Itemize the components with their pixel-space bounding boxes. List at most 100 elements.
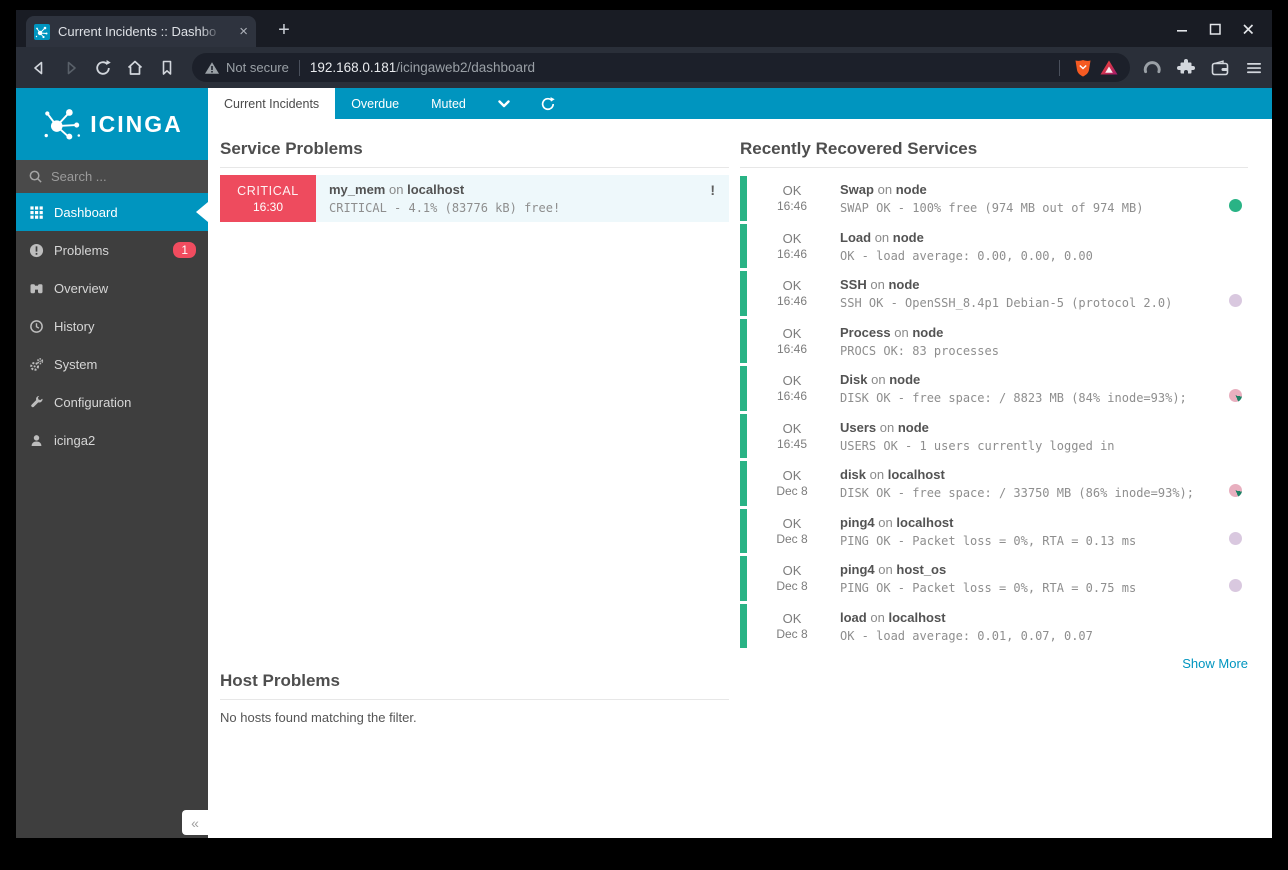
recovered-service-row[interactable]: OK 16:45 Users on node USERS OK - 1 user…: [740, 413, 1248, 461]
recovered-service-row[interactable]: OK Dec 8 ping4 on host_os PING OK - Pack…: [740, 555, 1248, 603]
sidebar-item-configuration[interactable]: Configuration: [16, 383, 208, 421]
browser-menu-button[interactable]: [1240, 54, 1268, 82]
warning-triangle-icon: [205, 61, 219, 74]
service-name: SSH: [840, 277, 867, 292]
window-minimize-button[interactable]: [1165, 15, 1198, 43]
sidebar-item-dashboard[interactable]: Dashboard: [16, 193, 208, 231]
search-input[interactable]: [51, 169, 181, 184]
state-time: Dec 8: [776, 484, 808, 498]
new-tab-button[interactable]: +: [270, 17, 298, 43]
state-label: OK: [782, 278, 802, 293]
vpn-button[interactable]: [1138, 54, 1166, 82]
recovered-service-row[interactable]: OK Dec 8 load on localhost OK - load ave…: [740, 603, 1248, 651]
host-name: node: [912, 324, 944, 340]
on-label: on: [871, 372, 886, 387]
tab-muted[interactable]: Muted: [415, 88, 482, 119]
state-label: OK: [782, 515, 802, 531]
bookmark-icon: [162, 60, 172, 75]
url-host: 192.168.0.181: [309, 60, 397, 75]
home-button[interactable]: [120, 53, 150, 83]
window-maximize-button[interactable]: [1198, 15, 1231, 43]
recovered-service-row[interactable]: OK 16:46 Disk on node DISK OK - free spa…: [740, 365, 1248, 413]
wrench-icon: [28, 394, 44, 410]
sidebar-item-label: icinga2: [54, 432, 96, 448]
icinga-logo[interactable]: ICINGA: [16, 88, 208, 160]
service-name: Load: [840, 229, 872, 245]
service-name: Users: [840, 419, 877, 435]
forward-button[interactable]: [56, 53, 86, 83]
ok-state-bar: [740, 271, 747, 316]
window-close-button[interactable]: [1231, 15, 1264, 43]
urlbar-divider: [298, 59, 300, 76]
sidebar-item-overview[interactable]: Overview: [16, 269, 208, 307]
extensions-button[interactable]: [1172, 54, 1200, 82]
service-name: ping4: [840, 562, 875, 577]
refresh-button[interactable]: [526, 88, 570, 119]
brave-shields-button[interactable]: [1070, 55, 1096, 81]
host-name: node: [888, 277, 920, 292]
recovered-service-row[interactable]: OK Dec 8 disk on localhost DISK OK - fre…: [740, 460, 1248, 508]
binoculars-icon: [28, 280, 44, 296]
on-label: on: [870, 609, 885, 625]
browser-tab[interactable]: Current Incidents :: Dashbo ×: [26, 16, 256, 47]
service-name: Disk: [840, 372, 868, 387]
state-time: 16:46: [776, 294, 808, 308]
back-button[interactable]: [24, 53, 54, 83]
check-output: OK - load average: 0.01, 0.07, 0.07: [840, 628, 1093, 643]
extensions-zone: [1138, 54, 1268, 82]
bookmark-button[interactable]: [152, 53, 182, 83]
address-bar[interactable]: Not secure 192.168.0.181/icingaweb2/dash…: [192, 53, 1130, 82]
sidebar-item-system[interactable]: System: [16, 345, 208, 383]
state-time: 16:46: [776, 389, 808, 403]
show-more-link[interactable]: Show More: [740, 656, 1248, 671]
on-label: on: [389, 182, 404, 197]
tab-current-incidents[interactable]: Current Incidents: [208, 88, 336, 119]
tab-close-button[interactable]: ×: [239, 24, 248, 39]
state-label: CRITICAL: [237, 183, 299, 198]
url-text[interactable]: 192.168.0.181/icingaweb2/dashboard: [310, 60, 1049, 75]
sidebar-item-history[interactable]: History: [16, 307, 208, 345]
sidebar-item-problems[interactable]: Problems 1: [16, 231, 208, 269]
sidebar-item-label: Overview: [54, 280, 109, 296]
icingaweb-page: ICINGA Da: [16, 88, 1272, 838]
forward-icon: [67, 61, 76, 74]
state-time: 16:46: [776, 199, 808, 213]
wallet-button[interactable]: [1206, 54, 1234, 82]
brave-rewards-button[interactable]: [1096, 55, 1122, 81]
section-title-recovered: Recently Recovered Services: [740, 139, 1248, 168]
sidebar-collapse-button[interactable]: «: [182, 810, 208, 835]
host-name: node: [895, 182, 927, 197]
reload-button[interactable]: [88, 53, 118, 83]
recovered-service-row[interactable]: OK 16:46 SSH on node SSH OK - OpenSSH_8.…: [740, 270, 1248, 318]
gears-icon: [28, 356, 44, 372]
sidebar-menu: Dashboard Problems 1 Overview History Sy…: [16, 193, 208, 459]
vpn-arc-icon: [1143, 60, 1161, 73]
perfdata-pie-icon: [1229, 389, 1242, 402]
on-label: on: [879, 419, 895, 435]
recovered-service-row[interactable]: OK 16:46 Process on node PROCS OK: 83 pr…: [740, 318, 1248, 366]
wallet-icon: [1211, 59, 1229, 75]
exclamation-circle-icon: [28, 242, 44, 258]
recovered-service-row[interactable]: OK Dec 8 ping4 on localhost PING OK - Pa…: [740, 508, 1248, 556]
ok-state-bar: [740, 318, 747, 363]
check-output: CRITICAL - 4.1% (83776 kB) free!: [329, 201, 561, 215]
sidebar-item-label: Dashboard: [54, 204, 118, 220]
host-name: node: [889, 372, 921, 387]
dashlet-dropdown-button[interactable]: [482, 88, 526, 119]
sidebar-item-icinga2-user[interactable]: icinga2: [16, 421, 208, 459]
check-output: PROCS OK: 83 processes: [840, 343, 999, 358]
service-name: my_mem: [329, 182, 386, 197]
recovered-service-row[interactable]: OK 16:46 Swap on node SWAP OK - 100% fre…: [740, 175, 1248, 223]
service-problem-row[interactable]: CRITICAL 16:30 my_mem on localhost CRITI…: [220, 175, 729, 222]
dashboard-grid-icon: [28, 204, 44, 220]
url-path: /icingaweb2/dashboard: [396, 60, 536, 75]
state-time: 16:45: [776, 436, 808, 451]
tab-title-fade: [200, 20, 226, 44]
recovered-service-row[interactable]: OK 16:46 Load on node OK - load average:…: [740, 223, 1248, 271]
tab-overdue[interactable]: Overdue: [335, 88, 415, 119]
not-secure-chip[interactable]: Not secure: [204, 60, 289, 76]
state-label: OK: [782, 183, 802, 198]
host-name: node: [892, 229, 924, 245]
state-label: OK: [782, 230, 802, 246]
perfdata-pie-icon: [1229, 199, 1242, 212]
